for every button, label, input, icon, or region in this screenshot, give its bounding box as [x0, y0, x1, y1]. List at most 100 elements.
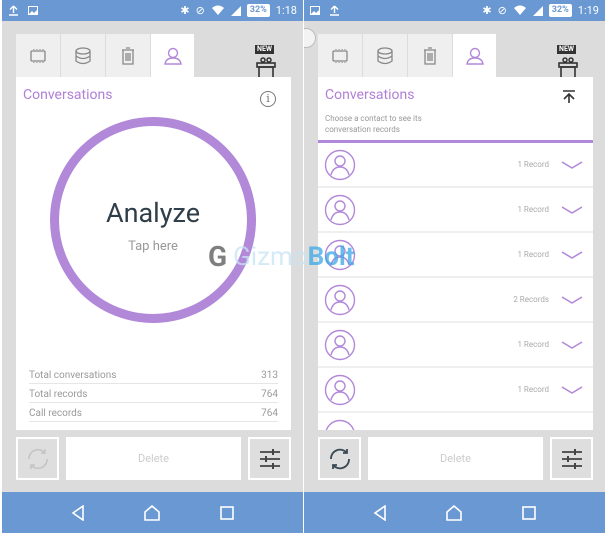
analyze-button[interactable]: Analyze Tap here — [50, 117, 256, 323]
stat-value: 764 — [261, 408, 278, 419]
back-icon[interactable] — [71, 504, 85, 521]
stat-row: Total conversations 313 — [29, 365, 278, 384]
tab-bar — [318, 34, 497, 77]
cpu-icon — [30, 48, 46, 63]
tab-contacts[interactable] — [453, 34, 496, 77]
battery-indicator: 32% — [246, 4, 270, 17]
cpu-icon — [332, 48, 348, 63]
sliders-icon — [259, 448, 280, 469]
contacts-card: Conversations Choose a contact to see it… — [318, 77, 593, 430]
tab-trash[interactable] — [408, 34, 452, 77]
refresh-icon — [329, 448, 350, 469]
chevron-down-icon[interactable] — [561, 385, 583, 394]
upload-icon — [330, 5, 339, 16]
navigation-bar — [304, 492, 605, 533]
info-icon[interactable]: i — [260, 91, 276, 107]
upload-icon — [9, 5, 18, 16]
stat-label: Call records — [29, 408, 82, 419]
image-icon — [28, 6, 38, 15]
tab-trash[interactable] — [106, 34, 150, 77]
status-bar: ✱ ⊘ 32% 1:19 — [304, 0, 605, 21]
bluetooth-icon: ✱ — [482, 4, 492, 17]
stat-row: Total records 764 — [29, 384, 278, 403]
navigation-bar — [2, 492, 303, 533]
signal-icon — [230, 5, 241, 16]
phone-screen-analyze: ✱ ⊘ 32% 1:18 NEW Conversations i Analyze — [2, 0, 303, 533]
contact-avatar-icon — [324, 284, 356, 315]
bluetooth-icon: ✱ — [180, 4, 190, 17]
settings-sliders-button[interactable] — [248, 437, 291, 480]
contact-row[interactable]: 1 Record — [318, 143, 593, 186]
contact-avatar-icon — [324, 329, 356, 360]
tab-storage[interactable] — [61, 34, 105, 77]
trash-icon — [424, 46, 436, 65]
image-icon — [310, 6, 320, 15]
stat-label: Total records — [29, 389, 88, 400]
gift-new-button[interactable]: NEW — [557, 36, 583, 79]
card-title: Conversations — [23, 87, 113, 103]
stat-label: Total conversations — [29, 370, 117, 381]
recents-icon[interactable] — [522, 505, 536, 520]
recents-icon[interactable] — [220, 505, 234, 520]
chevron-down-icon[interactable] — [561, 250, 583, 259]
tab-bar — [16, 34, 195, 77]
contact-row[interactable]: 1 Record — [318, 233, 593, 276]
person-icon — [465, 47, 484, 65]
record-count: 1 Record — [517, 205, 549, 214]
stat-row: Call records 764 — [29, 403, 278, 422]
contact-avatar-icon — [325, 419, 355, 430]
sliders-icon — [561, 448, 582, 469]
tab-contacts[interactable] — [151, 34, 194, 77]
contact-row[interactable]: 1 Record — [318, 188, 593, 231]
wifi-icon — [211, 5, 224, 15]
chevron-down-icon[interactable] — [561, 160, 583, 169]
record-count: 1 Record — [517, 160, 549, 169]
refresh-icon — [27, 448, 48, 469]
settings-sliders-button[interactable] — [550, 437, 593, 480]
new-badge: NEW — [255, 45, 275, 54]
delete-button[interactable]: Delete — [66, 437, 241, 480]
contact-list[interactable]: 1 Record 1 Record 1 Record 2 Records 1 R — [318, 143, 593, 430]
analyze-label: Analyze — [105, 196, 201, 229]
record-count: 1 Record — [517, 250, 549, 259]
floating-touch-indicator — [304, 28, 316, 48]
home-icon[interactable] — [143, 504, 161, 521]
tab-cpu[interactable] — [16, 34, 60, 77]
card-subtitle: Choose a contact to see its conversation… — [325, 114, 422, 134]
back-icon[interactable] — [373, 504, 387, 521]
home-icon[interactable] — [445, 504, 463, 521]
tab-cpu[interactable] — [318, 34, 362, 77]
chevron-down-icon[interactable] — [561, 340, 583, 349]
signal-icon — [532, 5, 543, 16]
stat-value: 764 — [261, 389, 278, 400]
tab-storage[interactable] — [363, 34, 407, 77]
status-bar: ✱ ⊘ 32% 1:18 — [2, 0, 303, 21]
record-count: 1 Record — [517, 385, 549, 394]
contact-row[interactable]: 1 Record — [318, 323, 593, 366]
chevron-down-icon[interactable] — [561, 205, 583, 214]
stats-list: Total conversations 313 Total records 764 … — [29, 365, 278, 422]
refresh-button[interactable] — [16, 437, 59, 480]
arrow-up-to-top-icon — [563, 90, 575, 103]
delete-button[interactable]: Delete — [368, 437, 543, 480]
gift-new-button[interactable]: NEW — [255, 36, 281, 79]
refresh-button[interactable] — [318, 437, 361, 480]
contact-row[interactable]: 1 Record — [318, 368, 593, 411]
contact-row-partial[interactable] — [318, 413, 593, 430]
chevron-down-icon[interactable] — [561, 295, 583, 304]
conversations-card: Conversations i Analyze Tap here Total c… — [16, 77, 291, 430]
do-not-disturb-icon: ⊘ — [195, 4, 205, 17]
collapse-to-top-button[interactable] — [562, 89, 576, 108]
contact-avatar-icon — [324, 239, 356, 270]
record-count: 2 Records — [513, 295, 549, 304]
contact-row[interactable]: 2 Records — [318, 278, 593, 321]
do-not-disturb-icon: ⊘ — [497, 4, 507, 17]
new-badge: NEW — [557, 45, 577, 54]
clock: 1:19 — [577, 4, 599, 17]
contact-avatar-icon — [324, 194, 356, 225]
record-count: 1 Record — [517, 340, 549, 349]
person-icon — [163, 47, 182, 65]
contact-avatar-icon — [324, 374, 356, 405]
battery-indicator: 32% — [548, 4, 572, 17]
wifi-icon — [513, 5, 526, 15]
